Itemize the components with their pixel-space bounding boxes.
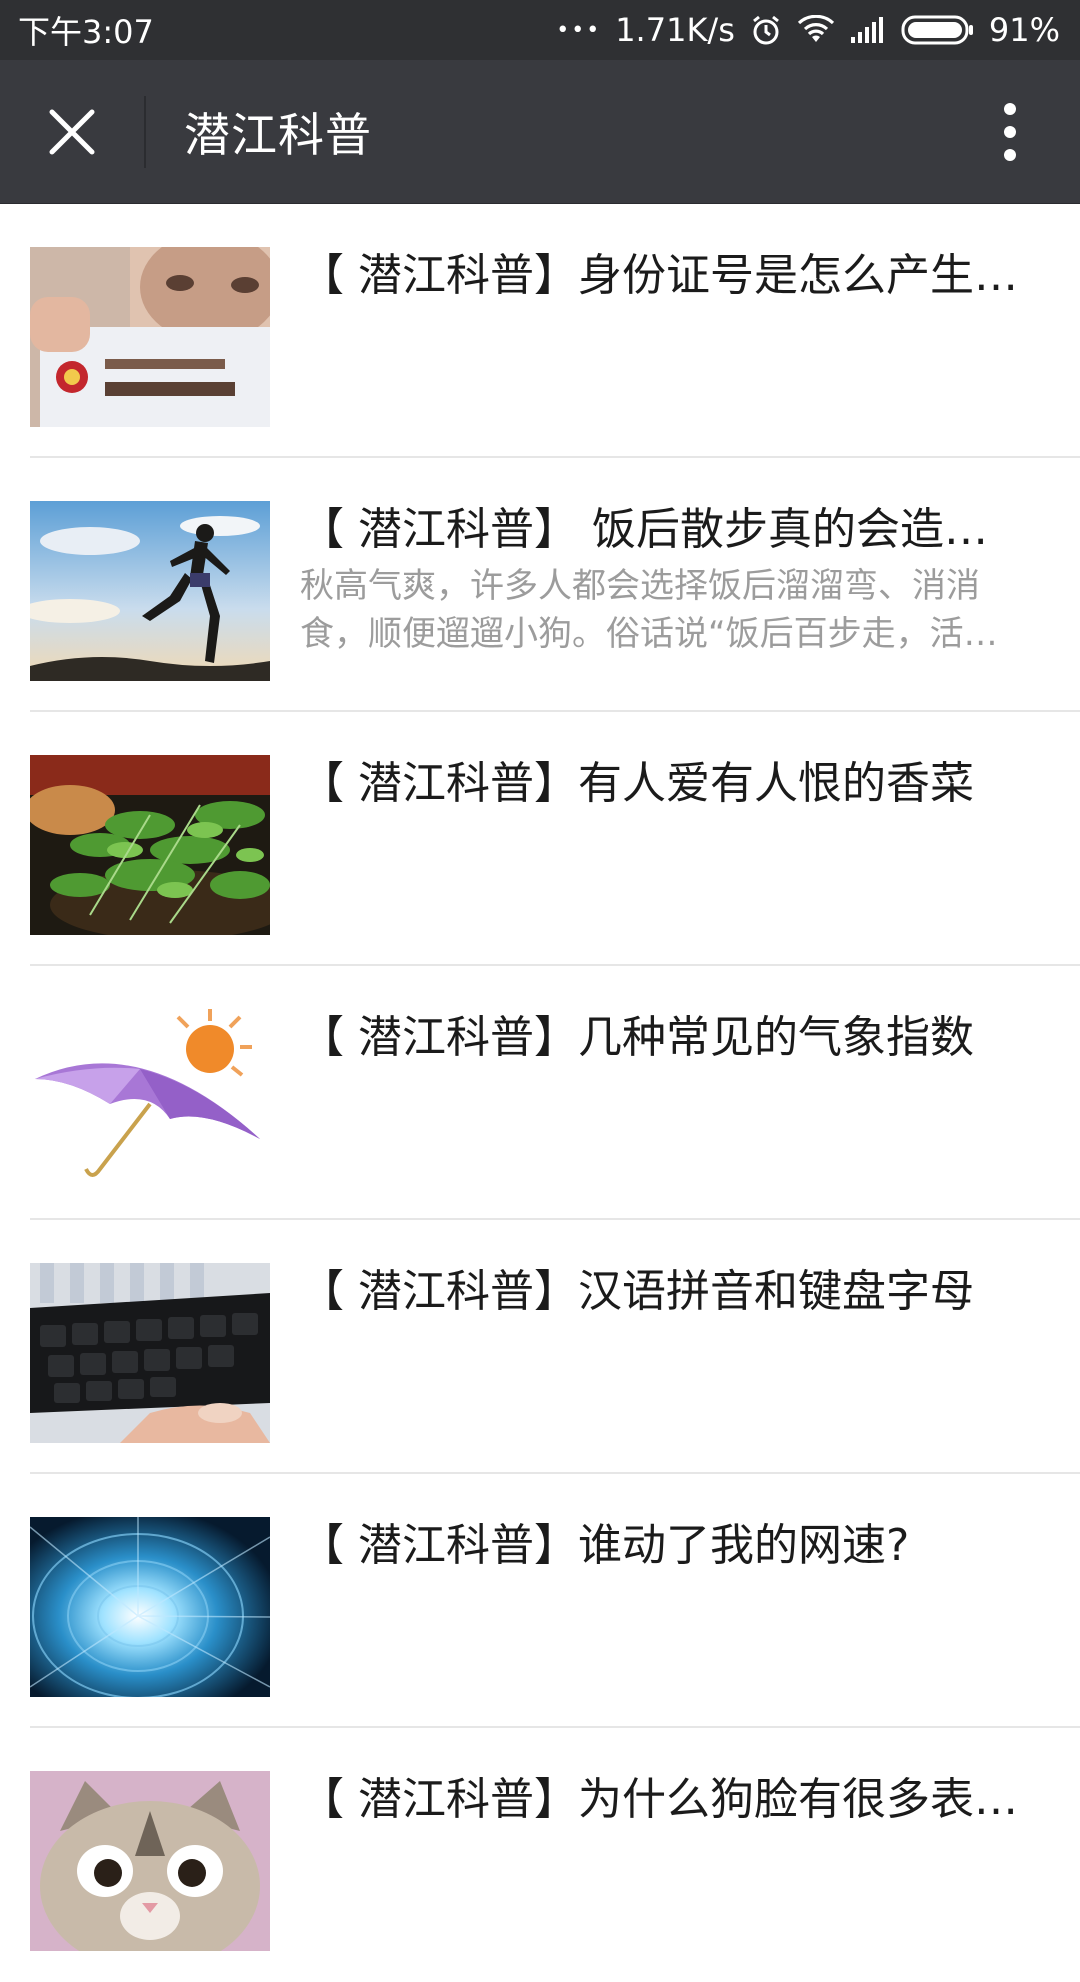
article-thumbnail-cilantro — [30, 755, 270, 935]
article-thumbnail-id-card — [30, 247, 270, 427]
network-speed: 1.71K/s — [615, 11, 735, 49]
article-title: 【 潜江科普】谁动了我的网速? — [300, 1520, 910, 1571]
status-bar: 下午3:07 ••• 1.71K/s 91% — [0, 0, 1080, 60]
list-item[interactable]: 【 潜江科普】谁动了我的网速? — [30, 1474, 1080, 1728]
article-list: 【 潜江科普】身份证号是怎么产生的？ 【 潜江科普】 饭后散步真的会造成胃 秋高… — [0, 204, 1080, 1982]
battery-icon — [901, 14, 975, 46]
more-options-button[interactable] — [980, 60, 1040, 203]
more-vert-icon — [1004, 102, 1016, 161]
wifi-icon — [797, 15, 835, 45]
app-bar: 潜江科普 — [0, 60, 1080, 204]
notification-dots: ••• — [556, 17, 602, 43]
article-thumbnail-keyboard — [30, 1263, 270, 1443]
article-title: 【 潜江科普】汉语拼音和键盘字母 — [300, 1266, 974, 1317]
article-description: 秋高气爽，许多人都会选择饭后溜溜弯、消消食，顺便遛遛小狗。俗话说“饭后百步走，活… — [300, 566, 998, 654]
status-indicators: ••• 1.71K/s 91% — [556, 11, 1060, 49]
article-title: 【 潜江科普】有人爱有人恨的香菜 — [300, 758, 974, 809]
page-title: 潜江科普 — [184, 107, 372, 162]
article-thumbnail-data-tunnel — [30, 1517, 270, 1697]
list-item[interactable]: 【 潜江科普】几种常见的气象指数 — [30, 966, 1080, 1220]
alarm-icon — [749, 13, 783, 47]
article-title: 【 潜江科普】 饭后散步真的会造成胃下垂吗？ — [300, 504, 1020, 555]
list-item[interactable]: 【 潜江科普】 饭后散步真的会造成胃下垂吗？ 秋高气爽，许多人都会选择饭后溜溜弯… — [30, 458, 1080, 712]
list-item[interactable]: 【 潜江科普】汉语拼音和键盘字母 — [30, 1220, 1080, 1474]
app-bar-divider — [144, 95, 146, 168]
article-title: 【 潜江科普】为什么狗脸有很多表情？ — [300, 1774, 1020, 1825]
close-icon — [49, 109, 95, 154]
signal-icon — [849, 15, 887, 45]
close-button[interactable] — [0, 60, 144, 203]
article-thumbnail-umbrella — [30, 1009, 270, 1189]
list-item[interactable]: 【 潜江科普】有人爱有人恨的香菜 — [30, 712, 1080, 966]
article-title: 【 潜江科普】几种常见的气象指数 — [300, 1012, 974, 1063]
status-time: 下午3:07 — [18, 13, 154, 51]
article-title: 【 潜江科普】身份证号是怎么产生的？ — [300, 250, 1020, 301]
article-thumbnail-runner — [30, 501, 270, 681]
list-item[interactable]: 【 潜江科普】身份证号是怎么产生的？ — [30, 204, 1080, 458]
list-item[interactable]: 【 潜江科普】为什么狗脸有很多表情？ — [30, 1728, 1080, 1982]
battery-percent: 91% — [988, 11, 1060, 49]
article-thumbnail-cat — [30, 1771, 270, 1951]
